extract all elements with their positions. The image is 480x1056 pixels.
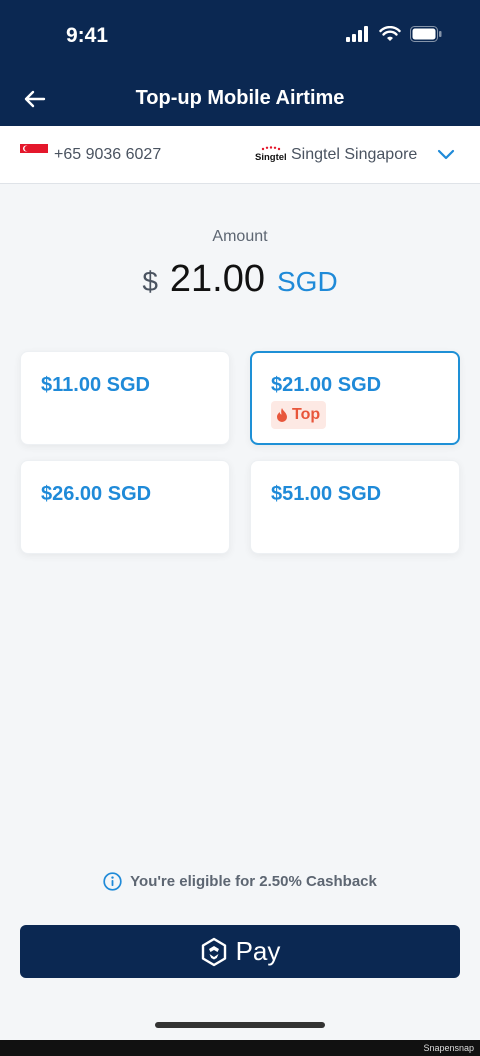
- wifi-icon: [379, 26, 401, 41]
- amount-option-card[interactable]: $11.00 SGD: [20, 351, 230, 445]
- top-badge: Top: [271, 401, 327, 429]
- app-header: 9:41 Top-up Mobile Airtime: [0, 0, 480, 126]
- pay-button-label: Pay: [235, 936, 281, 966]
- page-title: Top-up Mobile Airtime: [135, 87, 345, 109]
- amount-option-label: $26.00 SGD: [41, 483, 152, 505]
- amount-option-label: $21.00 SGD: [271, 374, 382, 396]
- status-icons: [346, 26, 442, 42]
- amount-option-label: $11.00 SGD: [41, 374, 150, 396]
- cashback-notice: You're eligible for 2.50% Cashback: [0, 872, 480, 891]
- carrier-name: Singtel Singapore: [291, 146, 418, 163]
- singtel-logo-text: Singtel: [255, 152, 286, 163]
- amount-currency: SGD: [276, 266, 338, 297]
- crypto-com-logo-icon: [201, 937, 226, 966]
- watermark: Snapensnap: [423, 1043, 474, 1053]
- signal-icon: [346, 26, 368, 42]
- singtel-logo-icon: Singtel: [255, 146, 286, 163]
- info-icon[interactable]: [103, 872, 122, 891]
- home-indicator[interactable]: [155, 1022, 325, 1028]
- amount-option-card-selected[interactable]: $21.00 SGD Top: [250, 351, 460, 445]
- amount-value: 21.00: [169, 258, 265, 300]
- amount-option-card[interactable]: $26.00 SGD: [20, 460, 230, 554]
- amount-option-card[interactable]: $51.00 SGD: [250, 460, 460, 554]
- amount-display: $21.00 SGD: [0, 258, 480, 301]
- phone-number: +65 9036 6027: [54, 146, 162, 163]
- cashback-text: You're eligible for 2.50% Cashback: [130, 873, 377, 890]
- footer-bar: [0, 1040, 480, 1056]
- amount-option-label: $51.00 SGD: [271, 483, 382, 505]
- pay-button[interactable]: Pay: [20, 925, 460, 978]
- amount-symbol: $: [142, 266, 158, 297]
- fire-icon: [277, 408, 287, 422]
- top-badge-label: Top: [292, 406, 321, 423]
- singapore-flag-icon: [20, 144, 48, 162]
- status-time: 9:41: [66, 24, 109, 47]
- amount-label: Amount: [212, 228, 268, 245]
- battery-icon: [410, 26, 442, 42]
- chevron-down-icon[interactable]: [436, 146, 456, 162]
